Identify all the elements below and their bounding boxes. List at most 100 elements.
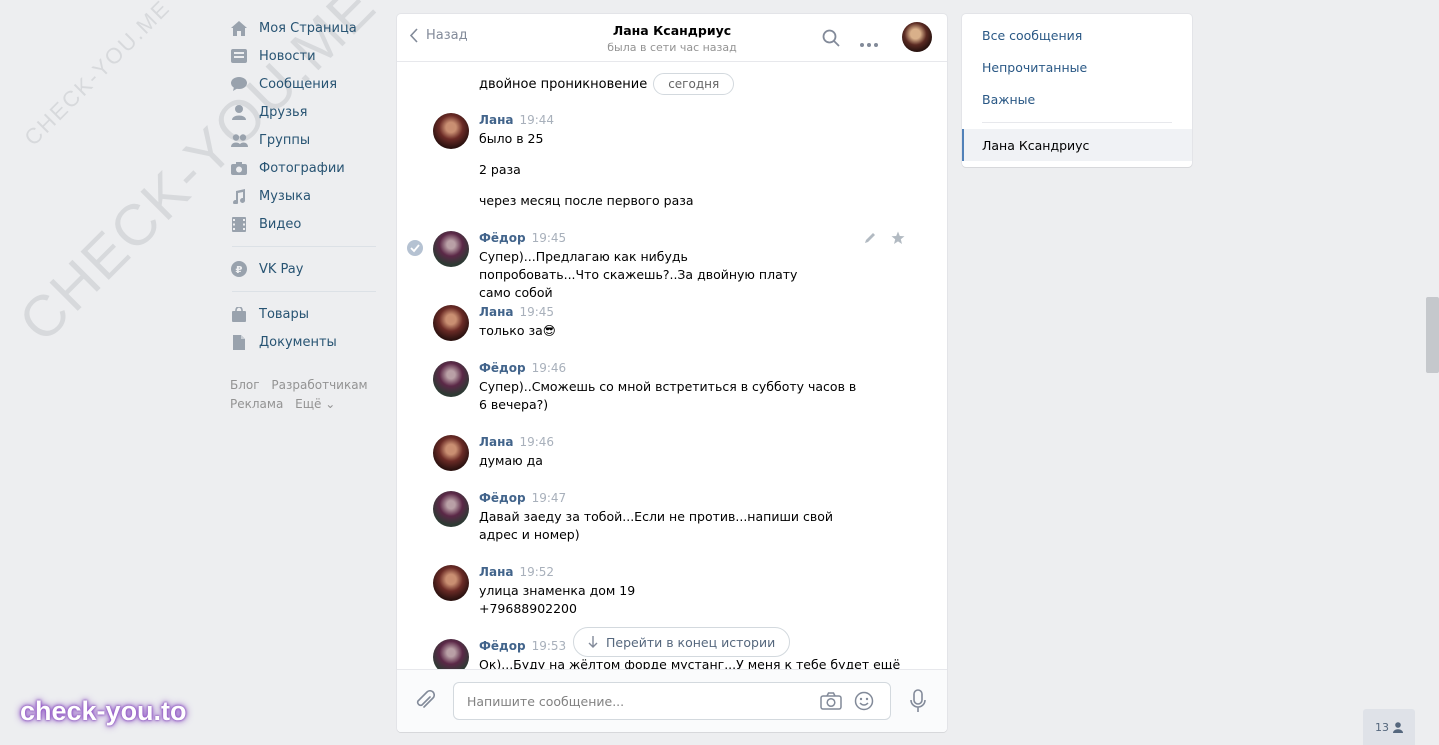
nav-item-label: Новости xyxy=(259,48,316,64)
footer-link-ads[interactable]: Реклама xyxy=(230,397,283,411)
message-time[interactable]: 19:52 xyxy=(519,565,554,579)
page-scrollbar[interactable] xyxy=(1426,297,1439,373)
date-separator: сегодня xyxy=(653,73,735,95)
message-author[interactable]: Фёдор xyxy=(479,639,526,653)
avatar[interactable] xyxy=(433,305,469,341)
message-line: 2 раза xyxy=(479,162,521,177)
edit-icon[interactable] xyxy=(863,231,877,245)
groups-icon xyxy=(230,131,248,149)
camera-icon xyxy=(230,159,248,177)
message-author[interactable]: Лана xyxy=(479,305,513,319)
avatar[interactable] xyxy=(433,639,469,669)
message-text: Супер)...Предлагаю как нибудь попробоват… xyxy=(479,249,798,300)
footer-link-more[interactable]: Ещё ⌄ xyxy=(295,397,335,411)
paperclip-icon[interactable] xyxy=(415,689,436,716)
panel-divider xyxy=(982,122,1172,123)
contact-avatar[interactable] xyxy=(902,22,932,52)
message[interactable]: Фёдор 19:46 Супер)..Сможешь со мной встре… xyxy=(433,361,913,421)
composer xyxy=(397,669,947,732)
nav-item-label: Товары xyxy=(259,306,310,322)
avatar[interactable] xyxy=(433,435,469,471)
nav-item-friends[interactable]: Друзья xyxy=(230,98,378,126)
nav-item-label: Сообщения xyxy=(259,76,338,92)
filter-important[interactable]: Важные xyxy=(982,92,1035,107)
nav-item-label: Группы xyxy=(259,132,311,148)
message-time[interactable]: 19:45 xyxy=(532,231,567,245)
message-text: двойное проникновение xyxy=(479,76,648,92)
footer-link-developers[interactable]: Разработчикам xyxy=(271,378,367,392)
vkpay-icon: ₽ xyxy=(230,260,248,278)
nav-item-video[interactable]: Видео xyxy=(230,210,378,238)
document-icon xyxy=(230,333,248,351)
jump-to-end-button[interactable]: Перейти в конец истории xyxy=(573,627,791,657)
message[interactable]: Лана 19:52 улица знаменка дом 19 +7968890… xyxy=(433,565,913,625)
footer-link-blog[interactable]: Блог xyxy=(230,378,260,392)
nav-item-label: Моя Страница xyxy=(259,20,357,36)
message-time[interactable]: 19:46 xyxy=(519,435,554,449)
filter-unread[interactable]: Непрочитанные xyxy=(982,60,1087,75)
footer-links: Блог Разработчикам Реклама Ещё ⌄ xyxy=(230,376,378,414)
message-author[interactable]: Лана xyxy=(479,435,513,449)
nav-divider xyxy=(232,246,376,247)
nav-item-documents[interactable]: Документы xyxy=(230,328,378,356)
message-time[interactable]: 19:47 xyxy=(532,491,567,505)
nav-item-photos[interactable]: Фотографии xyxy=(230,154,378,182)
jump-to-end-label: Перейти в конец истории xyxy=(606,634,776,650)
more-options-icon[interactable] xyxy=(860,36,878,51)
nav-item-music[interactable]: Музыка xyxy=(230,182,378,210)
message-history[interactable]: двойное проникновение сегодня Лана 19:44 … xyxy=(397,63,947,669)
message-author[interactable]: Лана xyxy=(479,565,513,579)
message-author[interactable]: Фёдор xyxy=(479,491,526,505)
message-text: думаю да xyxy=(479,453,543,468)
avatar[interactable] xyxy=(433,565,469,601)
search-icon[interactable] xyxy=(822,29,840,51)
avatar[interactable] xyxy=(433,231,469,267)
message[interactable]: Лана 19:45 только за😎 xyxy=(433,305,913,350)
avatar[interactable] xyxy=(433,113,469,149)
message-input[interactable] xyxy=(454,683,794,719)
microphone-icon[interactable] xyxy=(909,689,927,717)
svg-text:₽: ₽ xyxy=(236,265,243,276)
message-author[interactable]: Фёдор xyxy=(479,231,526,245)
bag-icon xyxy=(230,305,248,323)
nav-item-label: Друзья xyxy=(259,104,308,120)
home-icon xyxy=(230,19,248,37)
filter-all-messages[interactable]: Все сообщения xyxy=(982,28,1082,43)
star-icon[interactable] xyxy=(891,231,905,245)
message-time[interactable]: 19:45 xyxy=(519,305,554,319)
nav-item-goods[interactable]: Товары xyxy=(230,300,378,328)
message-time[interactable]: 19:44 xyxy=(519,113,554,127)
message[interactable]: Лана 19:46 думаю да xyxy=(433,435,913,480)
message-author[interactable]: Фёдор xyxy=(479,361,526,375)
nav-item-news[interactable]: Новости xyxy=(230,42,378,70)
nav-item-label: Видео xyxy=(259,216,302,232)
nav-item-label: Фотографии xyxy=(259,160,345,176)
nav-item-label: VK Pay xyxy=(259,261,304,277)
avatar[interactable] xyxy=(433,491,469,527)
news-icon xyxy=(230,47,248,65)
message[interactable]: Лана 19:44 было в 25 2 раза через месяц п… xyxy=(433,113,913,223)
selected-check-icon[interactable] xyxy=(407,240,423,256)
message-text: Давай заеду за тобой...Если не против...… xyxy=(479,509,833,542)
video-icon xyxy=(230,215,248,233)
message-author[interactable]: Лана xyxy=(479,113,513,127)
message-line: улица знаменка дом 19 xyxy=(479,583,636,598)
avatar[interactable] xyxy=(433,361,469,397)
message[interactable]: Фёдор 19:47 Давай заеду за тобой...Если н… xyxy=(433,491,913,551)
chat-header: Назад Лана Ксандриус была в сети час наз… xyxy=(397,14,947,62)
message-time[interactable]: 19:53 xyxy=(532,639,567,653)
nav-item-vkpay[interactable]: ₽ VK Pay xyxy=(230,255,378,283)
message-actions xyxy=(863,231,905,245)
arrow-down-icon xyxy=(588,636,598,648)
nav-divider xyxy=(232,291,376,292)
active-dialog-item[interactable]: Лана Ксандриус xyxy=(962,129,1192,161)
online-friends-badge[interactable]: 13 xyxy=(1363,709,1415,745)
message-time[interactable]: 19:46 xyxy=(532,361,567,375)
smile-icon[interactable] xyxy=(854,691,874,715)
camera-icon[interactable] xyxy=(820,692,842,714)
message-line: +79688902200 xyxy=(479,601,577,616)
nav-item-my-page[interactable]: Моя Страница xyxy=(230,14,378,42)
message-selected[interactable]: Фёдор 19:45 Супер)...Предлагаю как нибудь… xyxy=(433,231,913,300)
nav-item-groups[interactable]: Группы xyxy=(230,126,378,154)
nav-item-messages[interactable]: Сообщения xyxy=(230,70,378,98)
